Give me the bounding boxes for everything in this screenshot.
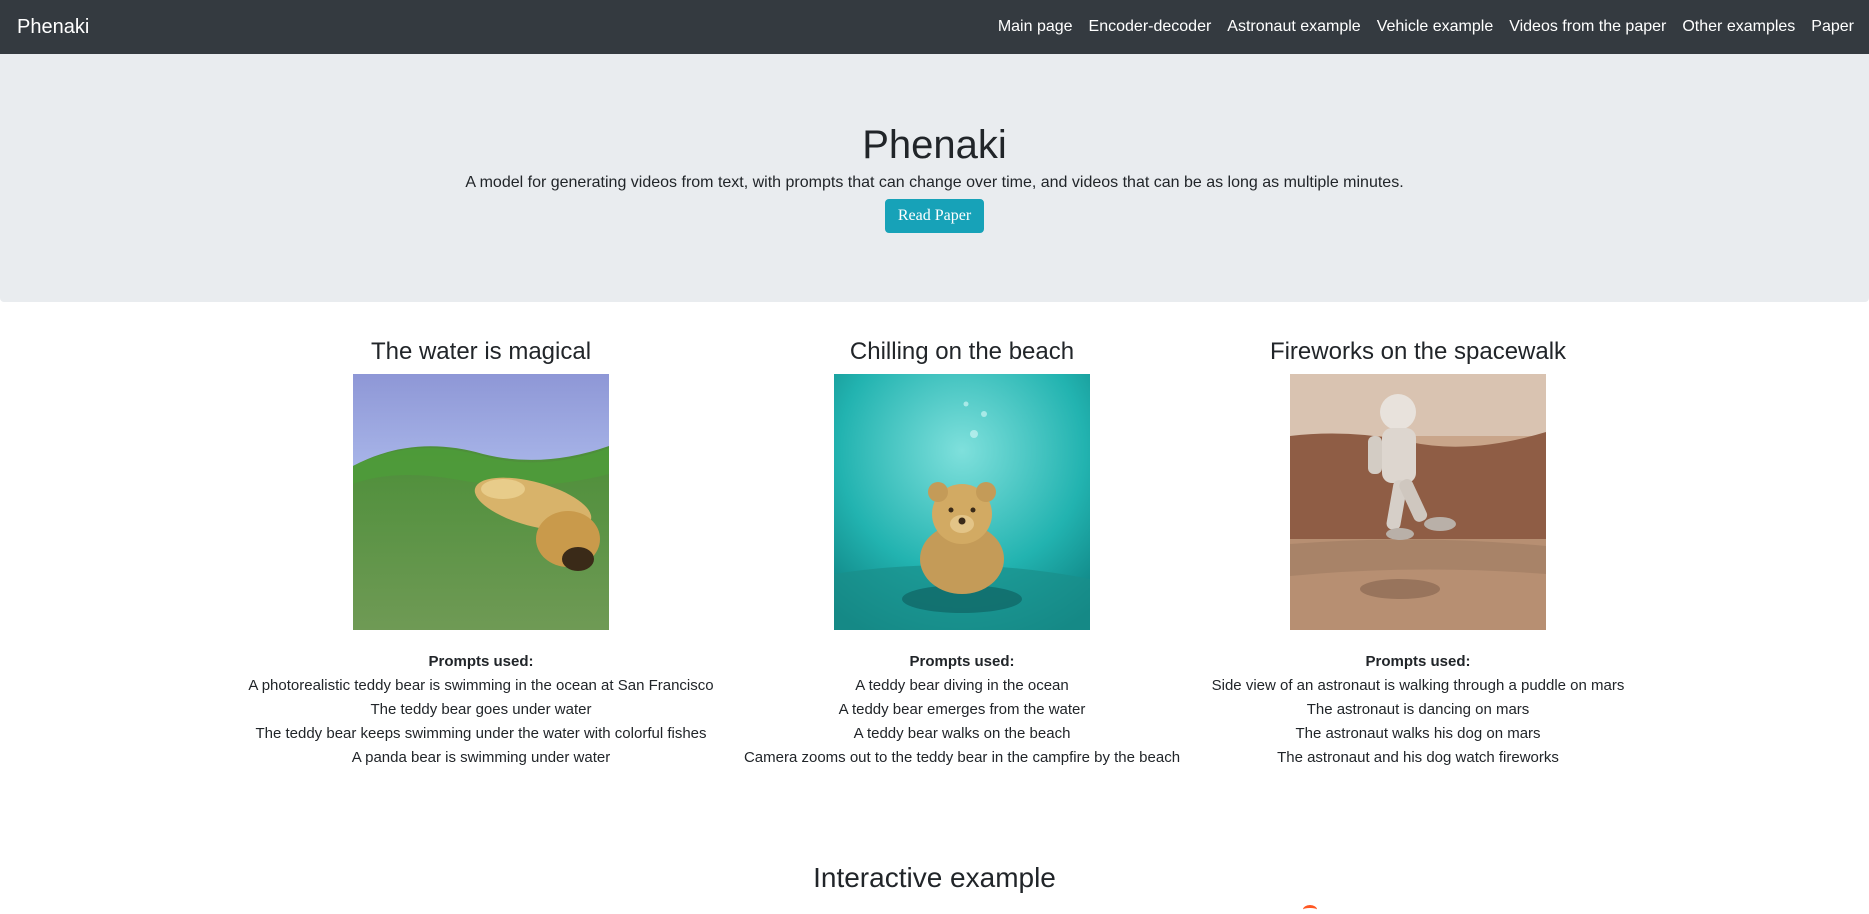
prompt-line: The astronaut is dancing on mars [1306,700,1530,718]
hero-subtitle: A model for generating videos from text,… [465,174,1404,191]
hero-section: Phenaki A model for generating videos fr… [0,54,1869,302]
orange-arc-mark [1303,905,1317,914]
example-card-spacewalk: Fireworks on the spacewalk Prompts used:… [1118,338,1718,770]
nav-link-videos-from-paper[interactable]: Videos from the paper [1509,18,1666,36]
prompt-line: Side view of an astronaut is walking thr… [1211,676,1625,694]
examples-section: The water is magical Prompts used: A pho… [0,302,1869,893]
example-video-astronaut[interactable] [1290,373,1546,630]
nav-link-other-examples[interactable]: Other examples [1682,18,1795,36]
brand-link[interactable]: Phenaki [17,16,89,39]
nav-link-main-page[interactable]: Main page [998,18,1073,36]
nav-link-astronaut-example[interactable]: Astronaut example [1227,18,1360,36]
example-video-teddy-swimming[interactable] [353,373,609,630]
nav-link-paper[interactable]: Paper [1811,18,1854,36]
prompts-label: Prompts used: [1365,652,1471,670]
teddy-diving-image [834,373,1090,630]
prompt-line: The astronaut and his dog watch firework… [1277,748,1559,766]
top-navbar: Phenaki Main page Encoder-decoder Astron… [0,0,1869,54]
nav-link-encoder-decoder[interactable]: Encoder-decoder [1089,18,1212,36]
interactive-example-title: Interactive example [813,862,1056,893]
astronaut-image [1290,373,1546,630]
page-title: Phenaki [862,123,1007,167]
teddy-swimming-image [353,373,609,630]
read-paper-button[interactable]: Read Paper [884,199,985,233]
nav-link-vehicle-example[interactable]: Vehicle example [1377,18,1494,36]
nav-links: Main page Encoder-decoder Astronaut exam… [998,18,1854,36]
example-video-teddy-diving[interactable] [834,373,1090,630]
example-title: Fireworks on the spacewalk [1269,338,1567,365]
prompt-line: The astronaut walks his dog on mars [1295,724,1541,742]
